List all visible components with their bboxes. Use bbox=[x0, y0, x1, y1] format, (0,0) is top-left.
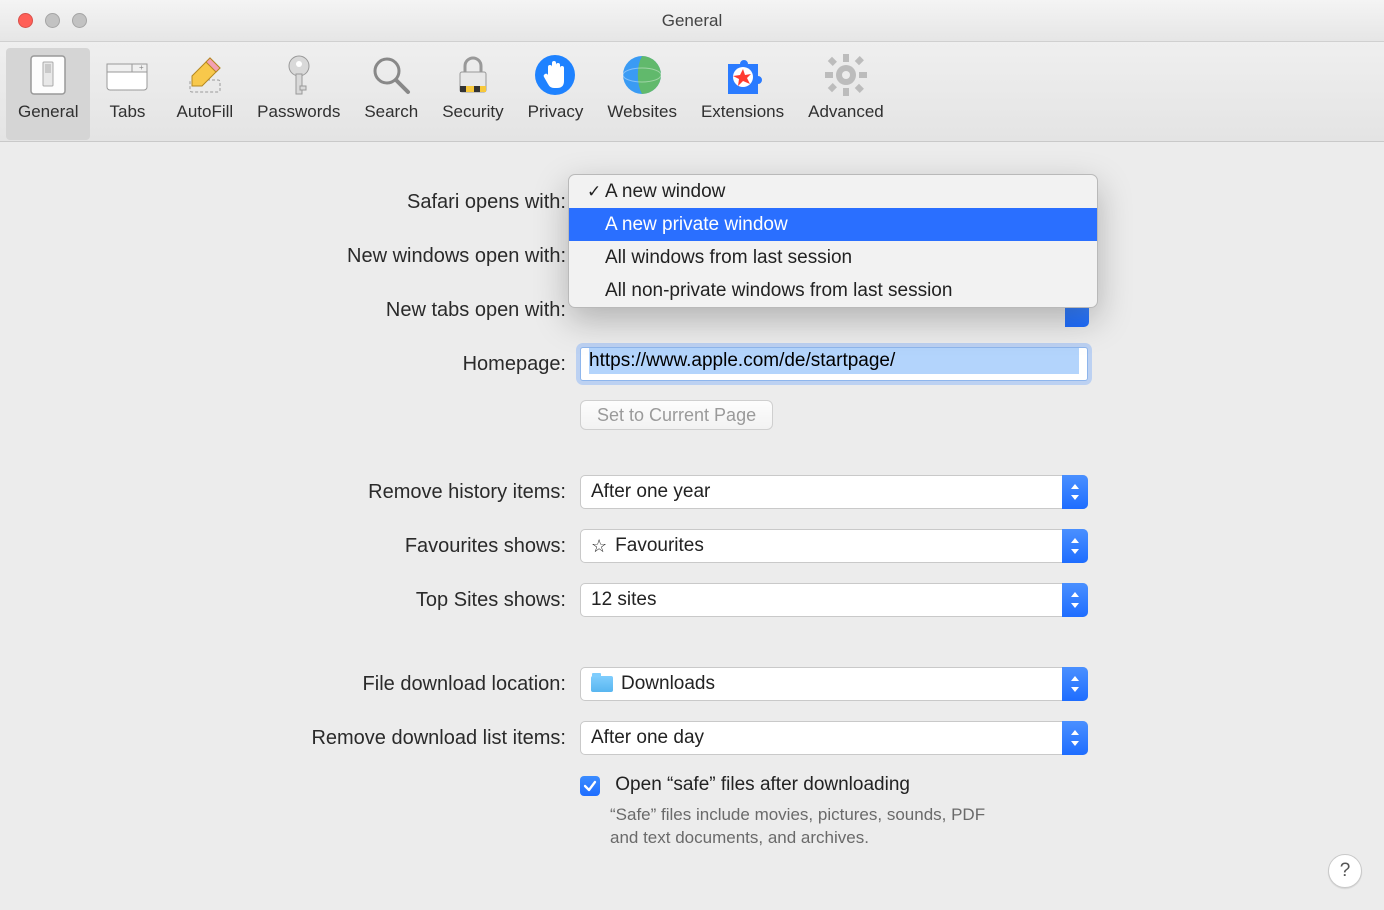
tab-label: Privacy bbox=[528, 102, 584, 122]
check-icon: ✓ bbox=[587, 182, 605, 202]
tab-privacy[interactable]: Privacy bbox=[516, 48, 596, 140]
open-safe-files-checkbox-row[interactable]: Open “safe” files after downloading bbox=[580, 774, 990, 796]
maximize-button[interactable] bbox=[72, 13, 87, 28]
tab-label: Passwords bbox=[257, 102, 340, 122]
open-safe-files-checkbox[interactable] bbox=[580, 776, 600, 796]
tab-label: Security bbox=[442, 102, 503, 122]
tab-label: Search bbox=[364, 102, 418, 122]
download-location-select[interactable]: Downloads bbox=[580, 667, 1088, 701]
tab-extensions[interactable]: Extensions bbox=[689, 48, 796, 140]
autofill-icon bbox=[180, 50, 230, 100]
dropdown-option-non-private-windows[interactable]: All non-private windows from last sessio… bbox=[569, 274, 1097, 307]
open-safe-files-help: “Safe” files include movies, pictures, s… bbox=[610, 804, 990, 850]
lock-icon bbox=[448, 50, 498, 100]
preferences-window: General General + Tabs AutoFill Pass bbox=[0, 0, 1384, 910]
svg-text:+: + bbox=[139, 63, 144, 72]
remove-downloads-label: Remove download list items: bbox=[0, 727, 570, 750]
tab-search[interactable]: Search bbox=[352, 48, 430, 140]
remove-downloads-value: After one day bbox=[591, 727, 1077, 749]
remove-history-value: After one year bbox=[591, 481, 1077, 503]
chevron-updown-icon bbox=[1062, 721, 1088, 755]
tab-label: Websites bbox=[607, 102, 677, 122]
homepage-input[interactable]: https://www.apple.com/de/startpage/ bbox=[580, 347, 1088, 381]
traffic-lights bbox=[0, 13, 87, 28]
tab-tabs[interactable]: + Tabs bbox=[90, 48, 164, 140]
tab-label: Advanced bbox=[808, 102, 884, 122]
tab-general[interactable]: General bbox=[6, 48, 90, 140]
new-tabs-label: New tabs open with: bbox=[0, 299, 570, 322]
titlebar: General bbox=[0, 0, 1384, 42]
star-icon: ☆ bbox=[591, 537, 607, 555]
download-location-label: File download location: bbox=[0, 673, 570, 696]
close-button[interactable] bbox=[18, 13, 33, 28]
topsites-select[interactable]: 12 sites bbox=[580, 583, 1088, 617]
hand-icon bbox=[530, 50, 580, 100]
search-icon bbox=[366, 50, 416, 100]
chevron-updown-icon bbox=[1062, 529, 1088, 563]
download-location-value: Downloads bbox=[621, 673, 715, 695]
favourites-label: Favourites shows: bbox=[0, 535, 570, 558]
chevron-updown-icon bbox=[1062, 475, 1088, 509]
favourites-select[interactable]: ☆ Favourites bbox=[580, 529, 1088, 563]
topsites-label: Top Sites shows: bbox=[0, 589, 570, 612]
tab-passwords[interactable]: Passwords bbox=[245, 48, 352, 140]
tab-autofill[interactable]: AutoFill bbox=[164, 48, 245, 140]
safari-opens-dropdown: ✓ A new window A new private window All … bbox=[568, 174, 1098, 308]
dropdown-option-label: All non-private windows from last sessio… bbox=[605, 280, 952, 302]
general-icon bbox=[23, 50, 73, 100]
toolbar: General + Tabs AutoFill Passwords Search bbox=[0, 42, 1384, 142]
remove-downloads-select[interactable]: After one day bbox=[580, 721, 1088, 755]
tabs-icon: + bbox=[102, 50, 152, 100]
dropdown-option-label: All windows from last session bbox=[605, 247, 852, 269]
dropdown-option-new-private-window[interactable]: A new private window bbox=[569, 208, 1097, 241]
puzzle-icon bbox=[718, 50, 768, 100]
homepage-label: Homepage: bbox=[0, 353, 570, 376]
folder-icon bbox=[591, 676, 613, 692]
dropdown-option-label: A new window bbox=[605, 181, 725, 203]
chevron-updown-icon bbox=[1062, 583, 1088, 617]
tab-advanced[interactable]: Advanced bbox=[796, 48, 896, 140]
globe-icon bbox=[617, 50, 667, 100]
window-title: General bbox=[0, 11, 1384, 31]
safari-opens-label: Safari opens with: bbox=[0, 191, 570, 214]
set-current-page-button[interactable]: Set to Current Page bbox=[580, 400, 773, 430]
dropdown-option-all-windows[interactable]: All windows from last session bbox=[569, 241, 1097, 274]
gear-icon bbox=[821, 50, 871, 100]
remove-history-select[interactable]: After one year bbox=[580, 475, 1088, 509]
help-button[interactable]: ? bbox=[1328, 854, 1362, 888]
topsites-value: 12 sites bbox=[591, 589, 1077, 611]
tab-label: General bbox=[18, 102, 78, 122]
tab-label: AutoFill bbox=[176, 102, 233, 122]
favourites-value: Favourites bbox=[615, 535, 704, 557]
tab-label: Tabs bbox=[110, 102, 146, 122]
chevron-updown-icon bbox=[1062, 667, 1088, 701]
minimize-button[interactable] bbox=[45, 13, 60, 28]
tab-websites[interactable]: Websites bbox=[595, 48, 689, 140]
dropdown-option-label: A new private window bbox=[605, 214, 788, 236]
dropdown-option-new-window[interactable]: ✓ A new window bbox=[569, 175, 1097, 208]
tab-label: Extensions bbox=[701, 102, 784, 122]
tab-security[interactable]: Security bbox=[430, 48, 515, 140]
remove-history-label: Remove history items: bbox=[0, 481, 570, 504]
key-icon bbox=[274, 50, 324, 100]
open-safe-files-label: Open “safe” files after downloading bbox=[615, 774, 910, 795]
new-windows-label: New windows open with: bbox=[0, 245, 570, 268]
homepage-value: https://www.apple.com/de/startpage/ bbox=[589, 348, 1079, 374]
